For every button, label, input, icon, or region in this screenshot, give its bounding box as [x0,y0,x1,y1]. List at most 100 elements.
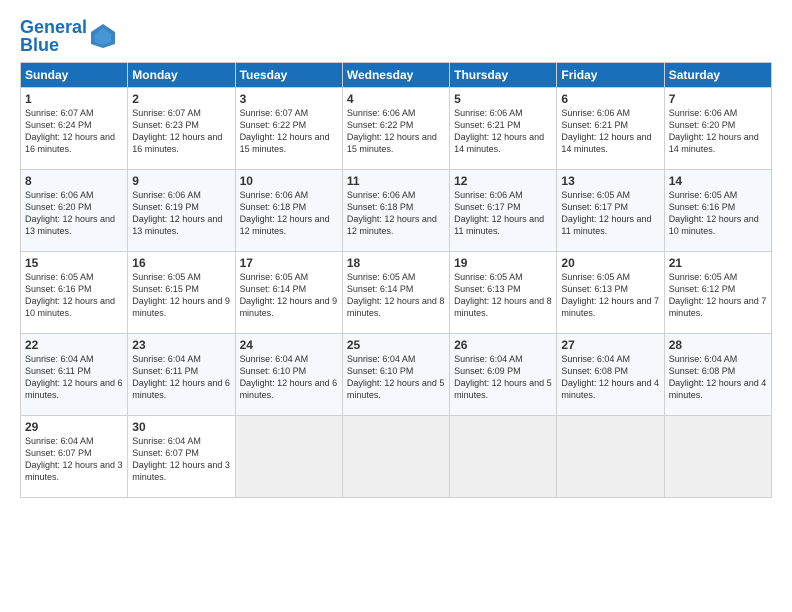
logo-text: General Blue [20,18,87,54]
day-number: 3 [240,92,338,106]
calendar-cell: 18Sunrise: 6:05 AMSunset: 6:14 PMDayligh… [342,252,449,334]
day-info: Sunrise: 6:05 AMSunset: 6:14 PMDaylight:… [240,271,338,320]
day-number: 6 [561,92,659,106]
calendar-cell: 30Sunrise: 6:04 AMSunset: 6:07 PMDayligh… [128,416,235,498]
calendar-cell [557,416,664,498]
day-info: Sunrise: 6:04 AMSunset: 6:10 PMDaylight:… [240,353,338,402]
day-number: 25 [347,338,445,352]
day-info: Sunrise: 6:06 AMSunset: 6:18 PMDaylight:… [240,189,338,238]
day-number: 12 [454,174,552,188]
calendar-cell: 13Sunrise: 6:05 AMSunset: 6:17 PMDayligh… [557,170,664,252]
col-header-wednesday: Wednesday [342,63,449,88]
calendar-cell: 9Sunrise: 6:06 AMSunset: 6:19 PMDaylight… [128,170,235,252]
day-info: Sunrise: 6:05 AMSunset: 6:16 PMDaylight:… [669,189,767,238]
day-number: 8 [25,174,123,188]
day-number: 30 [132,420,230,434]
calendar-page: General Blue SundayMondayTuesdayWednesda… [0,0,792,612]
day-info: Sunrise: 6:06 AMSunset: 6:20 PMDaylight:… [25,189,123,238]
day-number: 7 [669,92,767,106]
calendar-cell: 16Sunrise: 6:05 AMSunset: 6:15 PMDayligh… [128,252,235,334]
calendar-cell: 29Sunrise: 6:04 AMSunset: 6:07 PMDayligh… [21,416,128,498]
col-header-tuesday: Tuesday [235,63,342,88]
day-info: Sunrise: 6:07 AMSunset: 6:24 PMDaylight:… [25,107,123,156]
calendar-cell [664,416,771,498]
day-info: Sunrise: 6:06 AMSunset: 6:22 PMDaylight:… [347,107,445,156]
day-number: 26 [454,338,552,352]
logo-general: General [20,17,87,37]
day-info: Sunrise: 6:06 AMSunset: 6:20 PMDaylight:… [669,107,767,156]
day-info: Sunrise: 6:04 AMSunset: 6:09 PMDaylight:… [454,353,552,402]
day-number: 24 [240,338,338,352]
logo-icon [89,22,117,50]
day-number: 29 [25,420,123,434]
calendar-cell [450,416,557,498]
day-number: 21 [669,256,767,270]
day-info: Sunrise: 6:06 AMSunset: 6:19 PMDaylight:… [132,189,230,238]
day-number: 4 [347,92,445,106]
calendar-cell [342,416,449,498]
calendar-cell: 5Sunrise: 6:06 AMSunset: 6:21 PMDaylight… [450,88,557,170]
day-info: Sunrise: 6:06 AMSunset: 6:21 PMDaylight:… [454,107,552,156]
col-header-sunday: Sunday [21,63,128,88]
day-info: Sunrise: 6:07 AMSunset: 6:22 PMDaylight:… [240,107,338,156]
day-info: Sunrise: 6:05 AMSunset: 6:13 PMDaylight:… [561,271,659,320]
calendar-cell: 28Sunrise: 6:04 AMSunset: 6:08 PMDayligh… [664,334,771,416]
day-info: Sunrise: 6:04 AMSunset: 6:07 PMDaylight:… [25,435,123,484]
calendar-cell: 8Sunrise: 6:06 AMSunset: 6:20 PMDaylight… [21,170,128,252]
calendar-cell: 1Sunrise: 6:07 AMSunset: 6:24 PMDaylight… [21,88,128,170]
col-header-monday: Monday [128,63,235,88]
day-number: 11 [347,174,445,188]
day-info: Sunrise: 6:06 AMSunset: 6:18 PMDaylight:… [347,189,445,238]
day-info: Sunrise: 6:04 AMSunset: 6:08 PMDaylight:… [669,353,767,402]
header: General Blue [20,18,772,54]
calendar-cell: 15Sunrise: 6:05 AMSunset: 6:16 PMDayligh… [21,252,128,334]
calendar-cell: 21Sunrise: 6:05 AMSunset: 6:12 PMDayligh… [664,252,771,334]
calendar-cell: 25Sunrise: 6:04 AMSunset: 6:10 PMDayligh… [342,334,449,416]
day-number: 17 [240,256,338,270]
calendar-cell: 10Sunrise: 6:06 AMSunset: 6:18 PMDayligh… [235,170,342,252]
calendar-cell: 14Sunrise: 6:05 AMSunset: 6:16 PMDayligh… [664,170,771,252]
calendar-cell [235,416,342,498]
calendar-cell: 12Sunrise: 6:06 AMSunset: 6:17 PMDayligh… [450,170,557,252]
day-number: 13 [561,174,659,188]
day-info: Sunrise: 6:05 AMSunset: 6:15 PMDaylight:… [132,271,230,320]
calendar-cell: 23Sunrise: 6:04 AMSunset: 6:11 PMDayligh… [128,334,235,416]
day-info: Sunrise: 6:05 AMSunset: 6:16 PMDaylight:… [25,271,123,320]
day-number: 27 [561,338,659,352]
day-info: Sunrise: 6:04 AMSunset: 6:10 PMDaylight:… [347,353,445,402]
calendar-cell: 22Sunrise: 6:04 AMSunset: 6:11 PMDayligh… [21,334,128,416]
logo-blue: Blue [20,35,59,55]
day-number: 14 [669,174,767,188]
col-header-friday: Friday [557,63,664,88]
calendar-cell: 24Sunrise: 6:04 AMSunset: 6:10 PMDayligh… [235,334,342,416]
calendar-cell: 2Sunrise: 6:07 AMSunset: 6:23 PMDaylight… [128,88,235,170]
calendar-cell: 17Sunrise: 6:05 AMSunset: 6:14 PMDayligh… [235,252,342,334]
day-info: Sunrise: 6:04 AMSunset: 6:08 PMDaylight:… [561,353,659,402]
calendar-cell: 7Sunrise: 6:06 AMSunset: 6:20 PMDaylight… [664,88,771,170]
day-info: Sunrise: 6:05 AMSunset: 6:13 PMDaylight:… [454,271,552,320]
day-number: 20 [561,256,659,270]
col-header-saturday: Saturday [664,63,771,88]
day-number: 1 [25,92,123,106]
day-number: 19 [454,256,552,270]
day-info: Sunrise: 6:05 AMSunset: 6:14 PMDaylight:… [347,271,445,320]
day-info: Sunrise: 6:07 AMSunset: 6:23 PMDaylight:… [132,107,230,156]
day-info: Sunrise: 6:05 AMSunset: 6:17 PMDaylight:… [561,189,659,238]
calendar-cell: 20Sunrise: 6:05 AMSunset: 6:13 PMDayligh… [557,252,664,334]
calendar-cell: 4Sunrise: 6:06 AMSunset: 6:22 PMDaylight… [342,88,449,170]
day-info: Sunrise: 6:06 AMSunset: 6:21 PMDaylight:… [561,107,659,156]
day-number: 2 [132,92,230,106]
day-number: 15 [25,256,123,270]
day-info: Sunrise: 6:04 AMSunset: 6:11 PMDaylight:… [132,353,230,402]
calendar-cell: 26Sunrise: 6:04 AMSunset: 6:09 PMDayligh… [450,334,557,416]
calendar-cell: 6Sunrise: 6:06 AMSunset: 6:21 PMDaylight… [557,88,664,170]
day-number: 23 [132,338,230,352]
day-info: Sunrise: 6:06 AMSunset: 6:17 PMDaylight:… [454,189,552,238]
day-info: Sunrise: 6:04 AMSunset: 6:11 PMDaylight:… [25,353,123,402]
day-number: 28 [669,338,767,352]
day-number: 5 [454,92,552,106]
calendar-cell: 27Sunrise: 6:04 AMSunset: 6:08 PMDayligh… [557,334,664,416]
calendar-cell: 11Sunrise: 6:06 AMSunset: 6:18 PMDayligh… [342,170,449,252]
logo: General Blue [20,18,117,54]
day-number: 10 [240,174,338,188]
